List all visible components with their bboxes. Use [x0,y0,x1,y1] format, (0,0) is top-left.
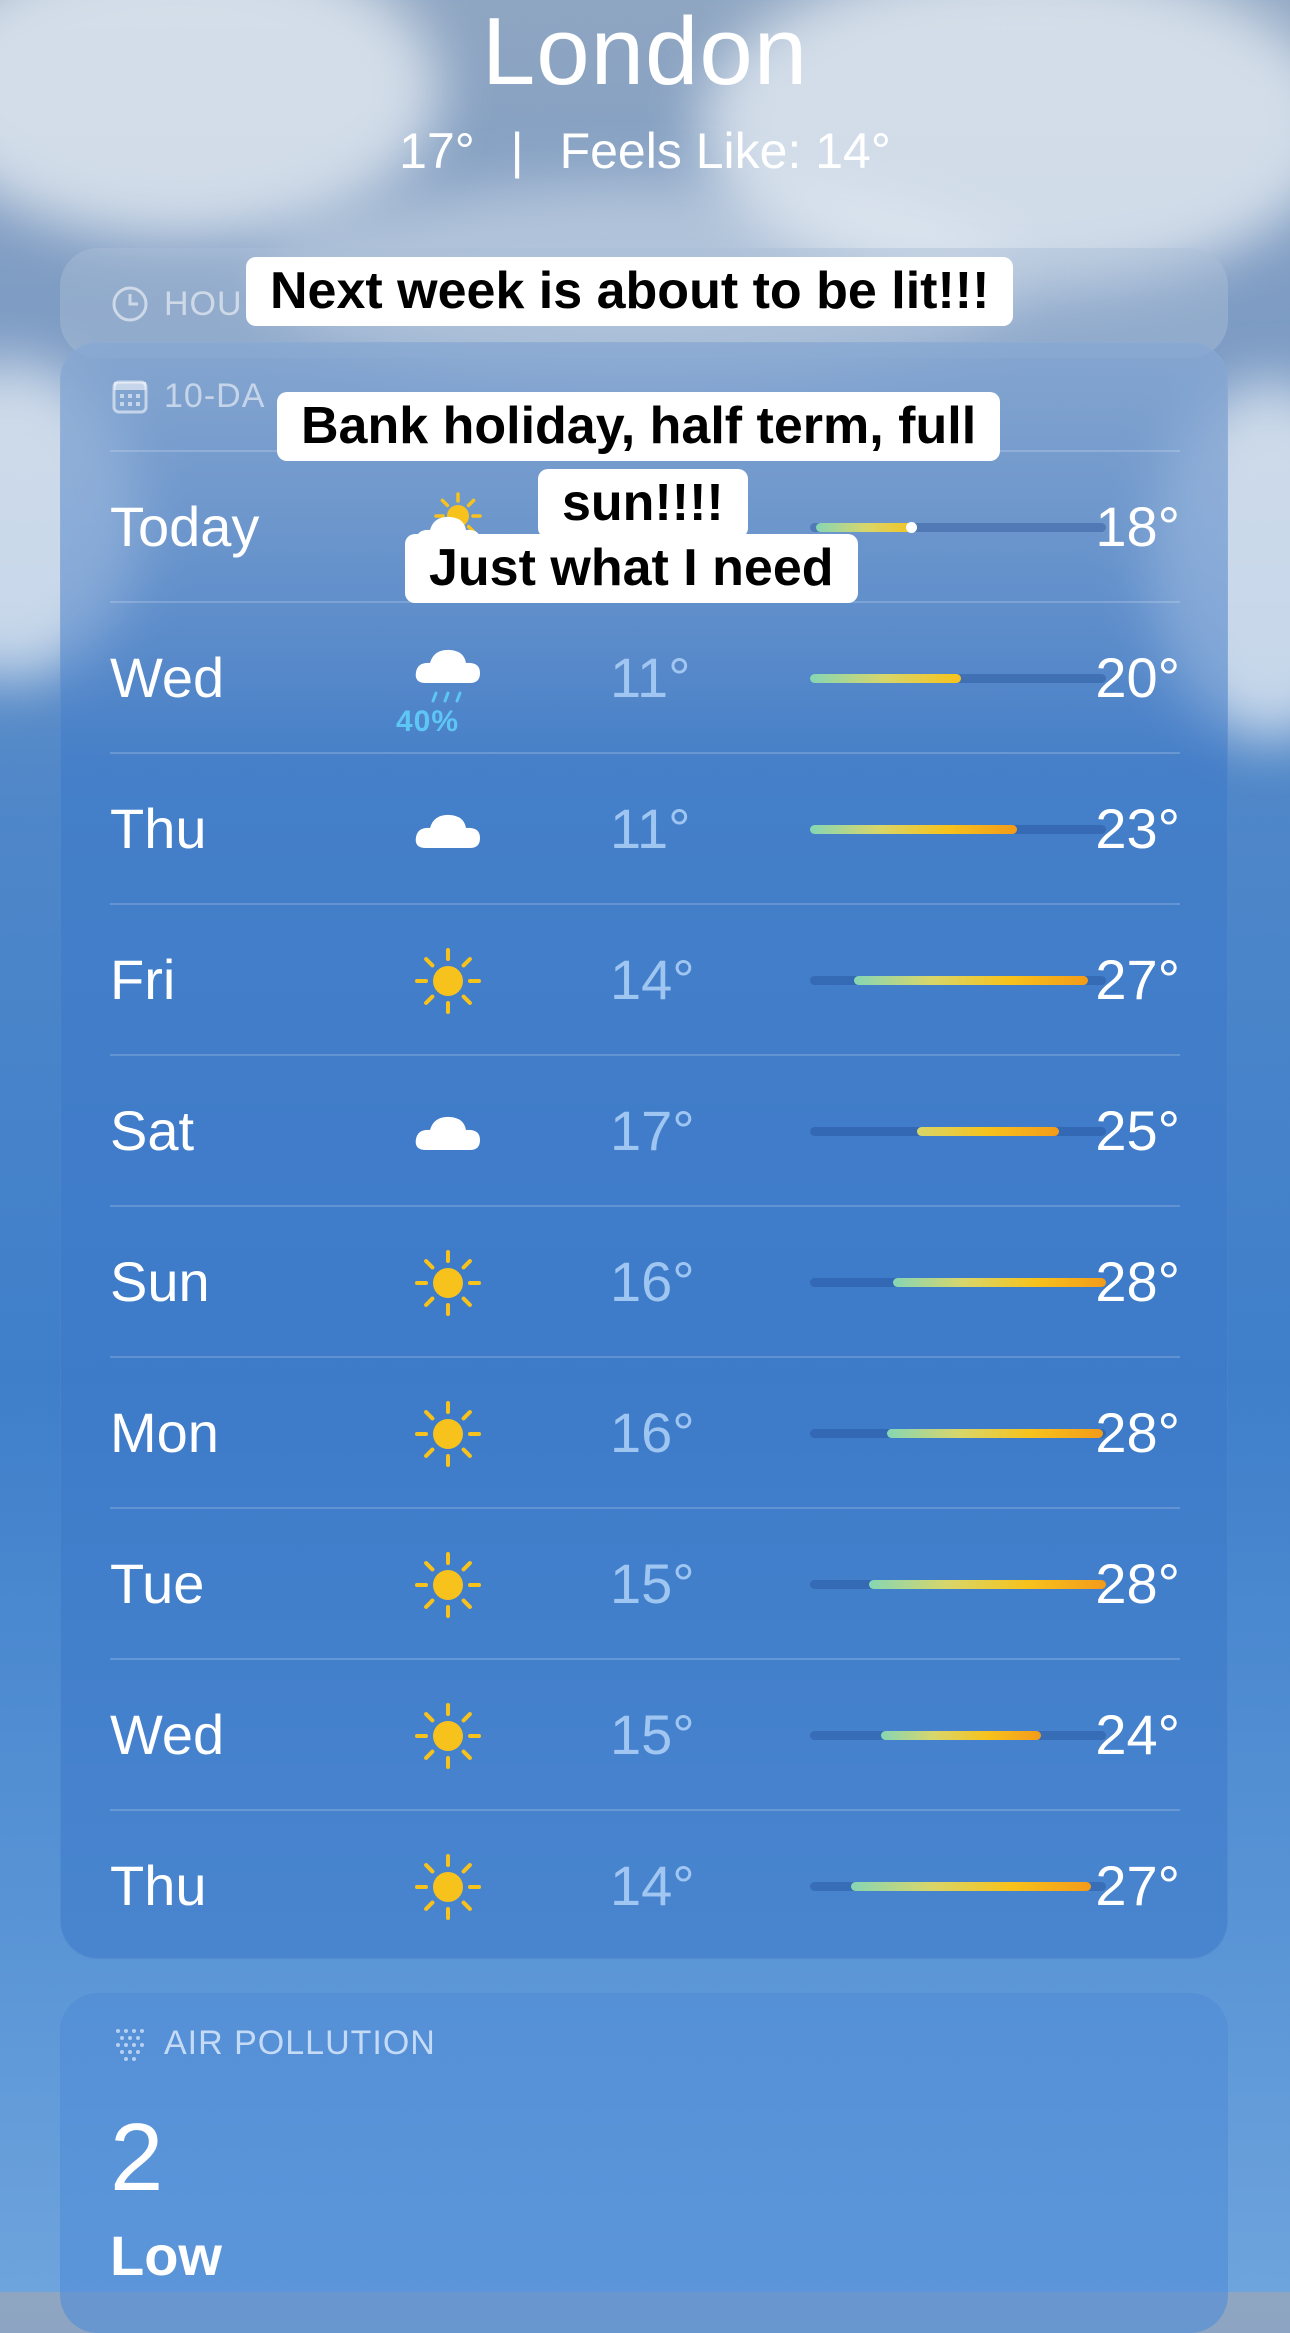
cloud-icon [408,790,488,870]
forecast-row[interactable]: Fri 14° 27° [110,903,1180,1054]
clock-icon [112,286,148,322]
row-divider [110,1507,1180,1509]
location-header: London 17° | Feels Like: 14° [0,0,1290,180]
forecast-label-text: 10-DA [164,376,266,415]
temp-range-fill [869,1580,1106,1589]
caption-line-4: Just what I need [405,534,858,604]
low-temp: 14° [610,948,695,1011]
air-card-label: AIR POLLUTION [110,2023,436,2063]
hourly-card-label: HOU [110,284,243,324]
high-temp: 18° [1095,495,1180,558]
sun-icon [408,941,488,1021]
dots-icon [116,2029,144,2061]
high-temp: 28° [1095,1250,1180,1313]
caption-line-1: Next week is about to be lit!!! [246,257,1014,327]
cloud-icon [408,1092,488,1172]
high-temp: 25° [1095,1099,1180,1162]
row-divider [110,752,1180,754]
low-temp: 11° [610,797,691,860]
temp-range-fill [893,1278,1106,1287]
high-temp: 24° [1095,1703,1180,1766]
row-divider [110,1054,1180,1056]
forecast-row[interactable]: Thu 11° 23° [110,752,1180,903]
city-name: London [481,0,809,105]
high-temp: 27° [1095,1854,1180,1917]
day-label: Wed [110,646,225,709]
low-temp: 15° [610,1552,695,1615]
low-temp: 11° [610,646,691,709]
sun-icon [408,1394,488,1474]
temp-range-bar [810,825,1106,834]
forecast-row[interactable]: Wed 40% 11° 20° [110,601,1180,752]
temp-range-bar [810,1429,1106,1438]
hourly-label-text: HOU [164,284,243,323]
temp-range-fill [881,1731,1041,1740]
row-divider [110,1658,1180,1660]
precipitation-chance: 40% [396,705,460,738]
forecast-card-label: 10-DA [110,376,265,416]
high-temp: 28° [1095,1552,1180,1615]
caption-line-3: sun!!!! [538,469,748,539]
temp-range-bar [810,522,1106,533]
high-temp: 27° [1095,948,1180,1011]
day-label: Fri [110,948,176,1011]
temp-range-bar [810,1731,1106,1740]
current-conditions: 17° | Feels Like: 14° [0,122,1290,180]
calendar-icon [112,380,148,414]
temp-range-bar [810,674,1106,683]
high-temp: 28° [1095,1401,1180,1464]
low-temp: 16° [610,1401,695,1464]
low-temp: 16° [610,1250,695,1313]
feels-like: Feels Like: 14° [559,123,891,179]
low-temp: 17° [610,1099,695,1162]
temp-range-fill [854,976,1088,985]
sun-icon [408,1696,488,1776]
air-quality-value: 2 [110,2104,164,2211]
temp-range-bar [810,1127,1106,1136]
air-label-text: AIR POLLUTION [164,2023,436,2062]
forecast-row[interactable]: Wed 15° 24° [110,1658,1180,1809]
low-temp: 14° [610,1854,695,1917]
temp-range-fill [887,1429,1103,1438]
row-divider [110,903,1180,905]
forecast-row[interactable]: Sat 17° 25° [110,1054,1180,1205]
caption-line-2: Bank holiday, half term, full [277,392,1001,462]
forecast-row[interactable]: Thu 14° 27° [110,1809,1180,1960]
temp-range-fill [816,523,917,532]
day-label: Tue [110,1552,205,1615]
forecast-row[interactable]: Mon 16° 28° [110,1356,1180,1507]
high-temp: 23° [1095,797,1180,860]
forecast-row[interactable]: Sun 16° 28° [110,1205,1180,1356]
separator: | [510,123,524,179]
day-label: Sun [110,1250,210,1313]
day-label: Today [110,495,260,558]
temp-range-fill [810,674,961,683]
current-temp: 17° [399,123,475,179]
air-pollution-card[interactable]: AIR POLLUTION 2 Low [60,1993,1228,2333]
air-quality-level: Low [110,2224,222,2287]
day-label: Thu [110,797,207,860]
day-label: Mon [110,1401,219,1464]
row-divider [110,1205,1180,1207]
sun-icon [408,1243,488,1323]
temp-range-bar [810,1580,1106,1589]
day-label: Thu [110,1854,207,1917]
temp-range-fill [851,1882,1091,1891]
temp-range-bar [810,1882,1106,1891]
day-label: Sat [110,1099,195,1162]
sun-icon [408,1545,488,1625]
current-temp-dot [906,522,917,533]
row-divider [110,1356,1180,1358]
sun-icon [408,1847,488,1927]
temp-range-fill [917,1127,1059,1136]
temp-range-fill [810,825,1017,834]
day-label: Wed [110,1703,225,1766]
temp-range-bar [810,1278,1106,1287]
temp-range-bar [810,976,1106,985]
high-temp: 20° [1095,646,1180,709]
row-divider [110,1809,1180,1811]
low-temp: 15° [610,1703,695,1766]
forecast-row[interactable]: Tue 15° 28° [110,1507,1180,1658]
